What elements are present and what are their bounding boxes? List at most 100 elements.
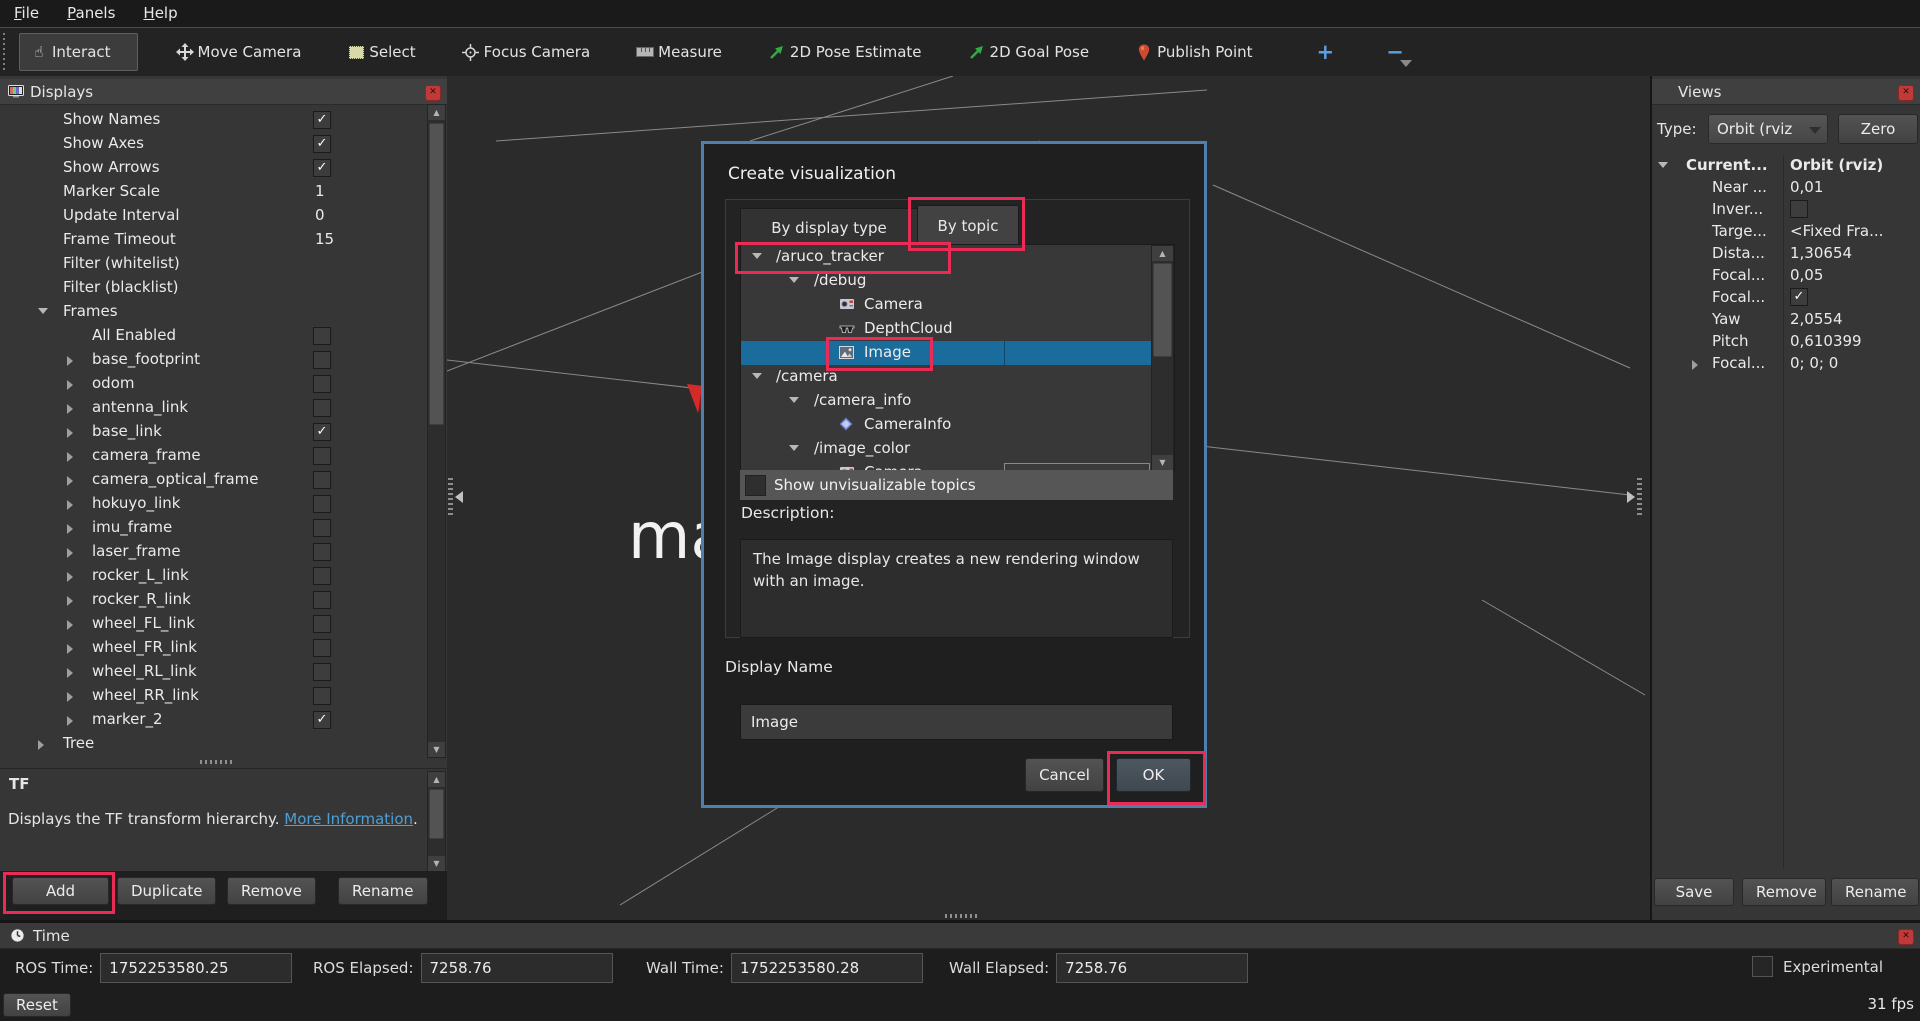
ok-button[interactable]: OK <box>1116 758 1191 792</box>
tf-scrollbar[interactable]: ▲ ▼ <box>427 771 446 872</box>
tree-row-hokuyo-link[interactable]: hokuyo_link <box>0 492 425 516</box>
panel-splitter[interactable] <box>200 760 232 764</box>
expand-icon[interactable] <box>1692 360 1698 370</box>
collapse-icon[interactable] <box>1658 162 1668 168</box>
cancel-button[interactable]: Cancel <box>1025 758 1104 792</box>
topic-row-image[interactable]: Image <box>741 341 1152 365</box>
views-titlebar[interactable]: Views ✕ <box>1652 79 1920 105</box>
tree-row-marker-2[interactable]: marker_2✓ <box>0 708 425 732</box>
tree-row-base-link[interactable]: base_link✓ <box>0 420 425 444</box>
tree-row-wheel-rl-link[interactable]: wheel_RL_link <box>0 660 425 684</box>
collapse-icon[interactable] <box>789 445 799 451</box>
view-prop-pitch[interactable]: Pitch0,610399 <box>1652 331 1920 353</box>
view-prop-yaw[interactable]: Yaw2,0554 <box>1652 309 1920 331</box>
tree-row-odom[interactable]: odom <box>0 372 425 396</box>
tree-row-filter-blacklist[interactable]: Filter (blacklist) <box>0 276 425 300</box>
checkbox-show-names[interactable]: ✓ <box>313 111 331 129</box>
collapse-icon[interactable] <box>789 277 799 283</box>
checkbox-hokuyo-link[interactable] <box>313 495 331 513</box>
menu-help[interactable]: Help <box>129 0 191 27</box>
expand-icon[interactable] <box>67 596 73 606</box>
tree-row-rocker-l-link[interactable]: rocker_L_link <box>0 564 425 588</box>
tree-row-wheel-fl-link[interactable]: wheel_FL_link <box>0 612 425 636</box>
expand-icon[interactable] <box>67 524 73 534</box>
remove-button[interactable]: Remove <box>227 877 316 905</box>
tool-select[interactable]: Select <box>339 37 423 67</box>
collapse-icon[interactable] <box>789 397 799 403</box>
tree-row-show-arrows[interactable]: Show Arrows✓ <box>0 156 425 180</box>
field-value-wall-elapsed[interactable] <box>1056 953 1248 983</box>
view-prop-focal[interactable]: Focal...0,05 <box>1652 265 1920 287</box>
expand-icon[interactable] <box>38 740 44 750</box>
expand-icon[interactable] <box>67 428 73 438</box>
checkbox-base-footprint[interactable] <box>313 351 331 369</box>
checkbox-antenna-link[interactable] <box>313 399 331 417</box>
expand-icon[interactable] <box>67 404 73 414</box>
tree-row-tree[interactable]: Tree <box>0 732 425 756</box>
expand-icon[interactable] <box>67 548 73 558</box>
menu-panels[interactable]: Panels <box>53 0 129 27</box>
topic-row-debug[interactable]: /debug <box>741 269 1152 293</box>
expand-icon[interactable] <box>67 380 73 390</box>
view-type-dropdown[interactable]: Orbit (rviz <box>1708 114 1828 144</box>
expand-icon[interactable] <box>67 716 73 726</box>
expand-icon[interactable] <box>67 620 73 630</box>
tree-row-laser-frame[interactable]: laser_frame <box>0 540 425 564</box>
view-prop-near[interactable]: Near ...0,01 <box>1652 177 1920 199</box>
checkbox-marker-2[interactable]: ✓ <box>313 711 331 729</box>
checkbox-rocker-l-link[interactable] <box>313 567 331 585</box>
checkbox-odom[interactable] <box>313 375 331 393</box>
tree-row-frame-timeout[interactable]: Frame Timeout15 <box>0 228 425 252</box>
topic-row-camera-info[interactable]: /camera_info <box>741 389 1152 413</box>
chevron-down-icon[interactable] <box>1400 60 1412 67</box>
tool-interact[interactable]: ☝Interact <box>19 33 138 71</box>
reset-button[interactable]: Reset <box>3 993 71 1017</box>
scroll-up-icon[interactable]: ▲ <box>428 772 445 787</box>
checkbox-all-enabled[interactable] <box>313 327 331 345</box>
view-prop-current[interactable]: Current...Orbit (rviz) <box>1652 155 1920 177</box>
checkbox-rocker-r-link[interactable] <box>313 591 331 609</box>
scroll-down-icon[interactable]: ▼ <box>428 856 445 871</box>
collapse-icon[interactable] <box>38 308 48 314</box>
expand-icon[interactable] <box>67 356 73 366</box>
displays-scrollbar[interactable]: ▲ ▼ <box>427 104 446 758</box>
checkbox-inver[interactable] <box>1790 200 1808 218</box>
field-value-ros-time[interactable] <box>100 953 292 983</box>
view-prop-targe[interactable]: Targe...<Fixed Fra... <box>1652 221 1920 243</box>
checkbox-wheel-fl-link[interactable] <box>313 615 331 633</box>
tree-row-wheel-fr-link[interactable]: wheel_FR_link <box>0 636 425 660</box>
checkbox-wheel-fr-link[interactable] <box>313 639 331 657</box>
zero-button[interactable]: Zero <box>1838 114 1918 144</box>
checkbox-camera-frame[interactable] <box>313 447 331 465</box>
tree-row-filter-whitelist[interactable]: Filter (whitelist) <box>0 252 425 276</box>
tree-row-antenna-link[interactable]: antenna_link <box>0 396 425 420</box>
expand-icon[interactable] <box>67 572 73 582</box>
tree-row-show-names[interactable]: Show Names✓ <box>0 108 425 132</box>
view-prop-focal[interactable]: Focal...✓ <box>1652 287 1920 309</box>
scroll-up-icon[interactable]: ▲ <box>1152 246 1173 261</box>
scrollbar-thumb[interactable] <box>429 789 444 839</box>
expand-icon[interactable] <box>67 668 73 678</box>
remove-tool-button[interactable]: − <box>1378 34 1412 70</box>
topic-row-image-color[interactable]: /image_color <box>741 437 1152 461</box>
tree-row-camera-frame[interactable]: camera_frame <box>0 444 425 468</box>
right-panel-collapse-handle[interactable] <box>1627 478 1642 516</box>
topic-list-scrollbar[interactable]: ▲ ▼ <box>1151 245 1174 471</box>
tree-row-all-enabled[interactable]: All Enabled <box>0 324 425 348</box>
remove-button[interactable]: Remove <box>1742 878 1826 906</box>
rename-button[interactable]: Rename <box>1831 878 1919 906</box>
view-prop-inver[interactable]: Inver... <box>1652 199 1920 221</box>
tree-row-marker-scale[interactable]: Marker Scale1 <box>0 180 425 204</box>
collapse-icon[interactable] <box>752 373 762 379</box>
checkbox-camera-optical-frame[interactable] <box>313 471 331 489</box>
checkbox-base-link[interactable]: ✓ <box>313 423 331 441</box>
add-tool-button[interactable]: + <box>1309 34 1343 70</box>
topic-row-camerainfo[interactable]: CameraInfo <box>741 413 1152 437</box>
more-information-link[interactable]: More Information <box>284 810 413 828</box>
show-unvisualizable-checkbox[interactable] <box>745 475 766 496</box>
close-icon[interactable]: ✕ <box>1898 929 1914 945</box>
tool-publish-point[interactable]: Publish Point <box>1127 37 1260 67</box>
tree-row-camera-optical-frame[interactable]: camera_optical_frame <box>0 468 425 492</box>
tree-row-wheel-rr-link[interactable]: wheel_RR_link <box>0 684 425 708</box>
checkbox-focal[interactable]: ✓ <box>1790 288 1808 306</box>
